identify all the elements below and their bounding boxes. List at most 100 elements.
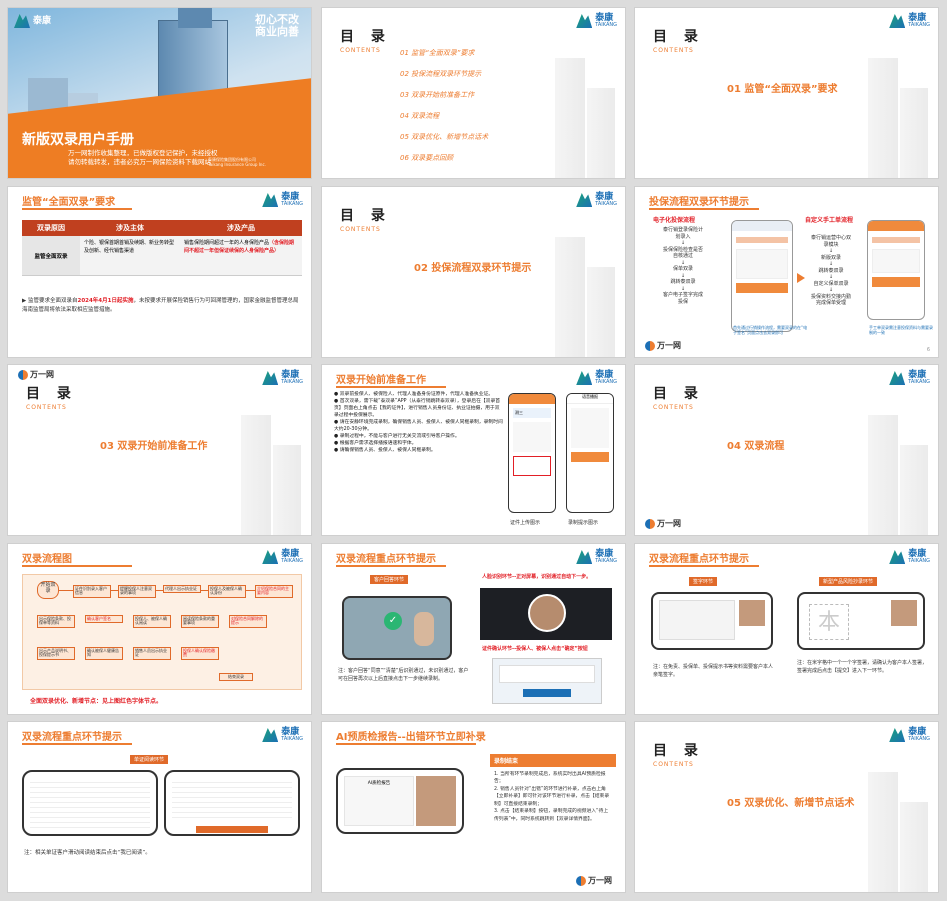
logo: 泰康 TAIKANG <box>889 14 930 28</box>
toc-item[interactable]: 06 双录要点回顾 <box>400 153 453 163</box>
flow-node: 投保人、被保人确认阅读 <box>133 615 171 628</box>
toc-item[interactable]: 02 投保流程双录环节提示 <box>400 69 481 79</box>
flow-step: 客户电子签字完成投保 <box>663 292 704 305</box>
toc-contents-label: CONTENTS <box>653 404 694 411</box>
section-title: 02 投保流程双录环节提示 <box>414 263 532 274</box>
product-text: 销售保险期间超过一年的人身保险产品 <box>184 240 270 246</box>
flowchart-area: 开始双录 证件识别录入客户信息 提醒投保人注意双录的事项 代理人出示执业证 投保… <box>22 574 302 690</box>
right-arrow-icon <box>797 273 805 283</box>
phone-video-customer: ✓ <box>342 596 452 660</box>
section-slide-02[interactable]: 泰康 TAIKANG 目 录 CONTENTS 02 投保流程双录环节提示 <box>321 186 626 358</box>
bullet-item: ● 根据客户需求选择播报语速和字体。 <box>334 440 417 446</box>
regulation-slide[interactable]: 监管“全面双录”要求 泰康 TAIKANG 双录原因 涉及主体 涉及产品 监管全面… <box>7 186 312 358</box>
flow-start: 开始双录 <box>37 581 59 599</box>
toc-slide[interactable]: 泰康 TAIKANG 目 录 CONTENTS 01 监管“全面双录”要求 02 … <box>321 7 626 179</box>
slide-title: AI预质检报告--出错环节立即补录 <box>336 732 486 743</box>
flow-node: 确认客户签名 <box>85 615 123 624</box>
tag-risk-copy: 新型产品风险抄录环节 <box>819 577 878 586</box>
flow-node: 投保人及被保人确认身份 <box>208 585 246 598</box>
logo: 泰康 TAIKANG <box>262 371 303 385</box>
bg-building <box>868 772 898 892</box>
flow-node: 出示保险条款、投保单等资料 <box>37 615 75 628</box>
slide-title: 双录流程重点环节提示 <box>336 554 436 565</box>
left-flow-steps: 泰行销登录保险计划录入 ↓ 投保保险检查是否自核通过 ↓ 保单双录 ↓ 跳转泰双录 ↓ … <box>663 227 703 305</box>
video-thumb <box>891 600 917 626</box>
key-step-slide-3[interactable]: 双录流程重点环节提示 泰康 TAIKANG 单证阅读环节 注：相关单证客户滑动阅读… <box>7 721 312 893</box>
logo: 泰康 TAIKANG <box>262 550 303 564</box>
cover-slide[interactable]: 泰康 初心不改 商业向善 新版双录用户手册 万一网制作收集整理，已做版权登记保护… <box>7 7 312 179</box>
table-header-cell: 涉及产品 <box>227 224 255 232</box>
toc-item[interactable]: 03 双录开始前准备工作 <box>400 90 474 100</box>
id-card-image <box>499 665 595 683</box>
taikang-logo-icon <box>576 193 593 207</box>
section-slide-04[interactable]: 泰康 TAIKANG 目 录 CONTENTS 04 双录流程 万一网 <box>634 364 939 536</box>
title-underline <box>336 743 476 745</box>
flowchart-caption: 全面双录优化、新增节点：见上图红色字体节点。 <box>30 698 163 705</box>
flowchart-slide[interactable]: 双录流程图 泰康 TAIKANG 开始双录 证件识别录入客户信息 提醒投保人注意双… <box>7 543 312 715</box>
tag-signature: 签字环节 <box>689 577 718 586</box>
flow-slide[interactable]: 投保流程双录环节提示 电子化投保流程 泰行销登录保险计划录入 ↓ 投保保险检查是否… <box>634 186 939 358</box>
flow-arrow <box>111 590 118 591</box>
app-user-name: 测三 <box>513 408 551 418</box>
cover-company: 泰康保险集团股份有限公司 Taikang Insurance Group Inc… <box>208 157 266 168</box>
left-flow-title: 电子化投保流程 <box>653 217 696 224</box>
read-button <box>196 826 268 833</box>
section-slide-03[interactable]: 万一网 泰康 TAIKANG 目 录 CONTENTS 03 双录开始前准备工作 <box>7 364 312 536</box>
slide-title: 双录流程图 <box>22 554 72 565</box>
flow-node: 出示产品说明书、投保提示书 <box>37 647 75 660</box>
toc-item[interactable]: 04 双录流程 <box>400 111 439 121</box>
phone-screen-tip: 语音播报 <box>566 393 614 513</box>
brand-name-en: TAIKANG <box>595 201 617 207</box>
phone-bar <box>509 394 555 404</box>
bg-building <box>555 237 585 357</box>
phone-block <box>872 237 920 243</box>
slide-title: 双录开始前准备工作 <box>336 375 426 386</box>
brand-name-en: TAIKANG <box>908 22 930 28</box>
wanyi-logo-icon <box>576 875 586 886</box>
wanyi-logo: 万一网 <box>645 518 681 529</box>
flow-node: 介绍保险合同的主要内容 <box>255 585 293 598</box>
cover-title: 新版双录用户手册 <box>22 132 134 148</box>
taikang-logo-icon <box>262 371 279 385</box>
section-slide-05[interactable]: 泰康 TAIKANG 目 录 CONTENTS 05 双录优化、新增节点话术 <box>634 721 939 893</box>
key-step-slide-1[interactable]: 双录流程重点环节提示 泰康 TAIKANG 客户回答环节 ✓ 注：客户回答“同意”… <box>321 543 626 715</box>
taikang-logo-icon <box>889 550 906 564</box>
bullet-text: 请在安静环境完成录制，确保销售人员、投保人、被保人同框录制，录制时间大约20-3… <box>334 419 503 432</box>
bg-building <box>868 58 898 178</box>
id-confirm-screen <box>492 658 602 704</box>
title-underline <box>22 565 132 567</box>
flow-node: 对保险合同解除的提示 <box>229 615 267 628</box>
toc-item[interactable]: 01 监管“全面双录”要求 <box>400 48 474 58</box>
flow-step: 投保资料交接内勤完成保单受理 <box>810 293 851 307</box>
table-cell-subject: 个险、银保首期首销及续期、新业务转型及创新、经代销售渠道 <box>84 240 175 254</box>
company-name-en: Taikang Insurance Group Inc. <box>208 161 266 167</box>
table-header-cell: 双录原因 <box>37 224 65 232</box>
brand-name-en: TAIKANG <box>908 736 930 742</box>
bullet-text: 双录前投保人、被保险人、代理人准备身份证原件，代理人准备执业证。 <box>339 392 494 397</box>
bullet-item: ● 首次双录，需下载“泰双录”APP（从泰行销跳转泰双录），登录后在【双录首页】… <box>334 398 501 418</box>
prep-slide[interactable]: 双录开始前准备工作 泰康 TAIKANG ● 双录前投保人、被保险人、代理人准备身… <box>321 364 626 536</box>
brand-name-en: TAIKANG <box>908 379 930 385</box>
wanyi-logo-icon <box>645 518 655 529</box>
bg-building <box>900 88 928 178</box>
section-slide-01[interactable]: 泰康 TAIKANG 目 录 CONTENTS 01 监管“全面双录”要求 <box>634 7 939 179</box>
key-step-slide-2[interactable]: 双录流程重点环节提示 泰康 TAIKANG 签字环节 注：在免责、投保单、投保提示… <box>634 543 939 715</box>
taikang-logo-icon <box>576 14 593 28</box>
ai-report-slide[interactable]: AI预质检报告--出错环节立即补录 AI质检报告 录制结束 1. 当所有环节录制… <box>321 721 626 893</box>
taikang-logo-icon <box>262 193 279 207</box>
toc-item[interactable]: 05 双录优化、新增节点话术 <box>400 132 488 142</box>
bullet-item: ● 双录前投保人、被保险人、代理人准备身份证原件，代理人准备执业证。 <box>334 392 494 397</box>
toc-contents-label: CONTENTS <box>340 47 381 54</box>
slide-title: 监管“全面双录”要求 <box>22 197 116 208</box>
slide-title: 双录流程重点环节提示 <box>22 732 122 743</box>
face-circle <box>528 594 566 632</box>
document-page <box>30 778 150 828</box>
flow-node: 代理人出示执业证 <box>163 585 201 594</box>
phone-block <box>872 249 920 273</box>
logo: 泰康 TAIKANG <box>262 193 303 207</box>
logo: 泰康 TAIKANG <box>889 550 930 564</box>
right-flow-title: 自定义手工单流程 <box>805 217 854 224</box>
ai-item: 1. 当所有环节录制完成后，系统实时出具AI预质检报告； <box>494 772 606 785</box>
confirm-button <box>523 689 571 697</box>
bg-building <box>900 445 928 535</box>
